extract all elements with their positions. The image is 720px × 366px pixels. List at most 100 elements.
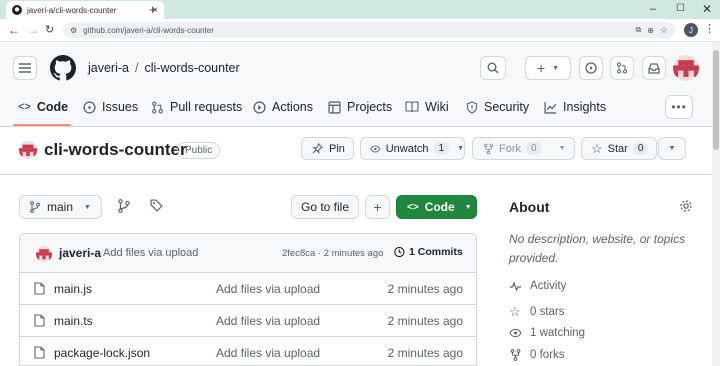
star-button[interactable]: ☆ Star 0 <box>581 137 657 160</box>
file-commit-message[interactable]: Add files via upload <box>216 282 320 296</box>
tab-projects[interactable]: Projects <box>328 96 392 118</box>
branch-name: main <box>47 200 74 214</box>
page-scrollbar[interactable] <box>712 42 720 366</box>
hamburger-menu-button[interactable] <box>13 56 37 80</box>
tab-insights-label: Insights <box>563 100 607 114</box>
create-new-button[interactable]: + ▼ <box>525 56 571 80</box>
graph-icon <box>544 101 557 114</box>
table-row[interactable]: main.js Add files via upload 2 minutes a… <box>20 273 476 305</box>
file-icon <box>34 346 45 359</box>
issue-opened-icon <box>585 62 597 74</box>
tab-wiki[interactable]: Wiki <box>405 96 449 118</box>
commit-author[interactable]: javeri-a <box>59 246 101 260</box>
browser-tab[interactable]: javeri-a/cli-words-counter × <box>6 1 164 19</box>
go-to-file-label: Go to file <box>300 200 350 214</box>
tab-code[interactable]: <> Code <box>18 96 68 118</box>
site-info-icon[interactable]: ⚙ <box>70 26 77 35</box>
file-name-link[interactable]: package-lock.json <box>54 346 150 360</box>
tab-insights[interactable]: Insights <box>544 96 606 118</box>
caret-down-icon: ▼ <box>668 145 676 152</box>
browser-toolbar: ← → ↻ ⚙ github.com/javeri-a/cli-words-co… <box>0 19 720 42</box>
tab-pull-requests[interactable]: Pull requests <box>151 96 242 118</box>
commits-count: 1 Commits <box>409 246 463 258</box>
selected-tab-indicator <box>13 124 71 126</box>
repo-title[interactable]: cli-words-counter <box>44 140 187 160</box>
commit-meta[interactable]: 2fec8ca · 2 minutes ago <box>282 248 383 259</box>
scrollbar-thumb[interactable] <box>713 50 719 150</box>
latest-commit-row: javeri-a Add files via upload 2fec8ca · … <box>20 234 476 273</box>
fork-label: Fork <box>499 142 521 155</box>
address-bar[interactable]: ⚙ github.com/javeri-a/cli-words-counter … <box>63 22 675 38</box>
inbox-button[interactable] <box>642 56 666 80</box>
github-logo-icon[interactable] <box>50 55 76 81</box>
inbox-icon <box>648 62 660 74</box>
go-to-file-button[interactable]: Go to file <box>291 195 359 219</box>
breadcrumb-repo-link[interactable]: cli-words-counter <box>144 61 239 75</box>
file-icon <box>34 314 45 327</box>
tab-projects-label: Projects <box>347 100 393 114</box>
tab-issues[interactable]: Issues <box>83 96 138 118</box>
file-commit-message[interactable]: Add files via upload <box>216 346 320 360</box>
hamburger-icon <box>19 63 31 73</box>
zoom-icon[interactable]: ⊕ <box>647 26 654 35</box>
git-pull-request-icon <box>152 101 163 113</box>
forward-icon[interactable]: → <box>27 23 39 37</box>
pulse-icon <box>510 280 521 292</box>
file-commit-time: 2 minutes ago <box>387 282 463 296</box>
identicon-icon <box>673 60 699 77</box>
table-row[interactable]: main.ts Add files via upload 2 minutes a… <box>20 305 476 337</box>
tab-actions-label: Actions <box>272 100 313 114</box>
minimize-window-icon[interactable]: – <box>650 3 656 15</box>
profile-avatar[interactable]: J <box>684 23 698 37</box>
commit-author-avatar[interactable] <box>36 246 52 262</box>
activity-label: Activity <box>530 280 567 292</box>
tab-code-label: Code <box>36 100 69 114</box>
search-button[interactable] <box>480 56 506 80</box>
fork-button[interactable]: Fork 0 ▼ <box>472 137 575 160</box>
commits-history-link[interactable]: 1 Commits <box>393 246 463 258</box>
forks-link[interactable]: 0 forks <box>509 349 565 361</box>
activity-link[interactable]: Activity <box>509 280 566 292</box>
address-url: github.com/javeri-a/cli-words-counter <box>83 25 214 35</box>
identicon-icon <box>19 144 37 157</box>
breadcrumb-owner-link[interactable]: javeri-a <box>88 61 129 75</box>
star-lists-dropdown-button[interactable]: ▼ <box>658 137 686 160</box>
pull-requests-button[interactable] <box>610 56 634 80</box>
new-tab-icon[interactable]: + <box>149 2 157 17</box>
fork-count: 0 <box>526 142 542 155</box>
breadcrumb-separator: / <box>135 61 139 75</box>
back-icon[interactable]: ← <box>8 23 20 37</box>
user-avatar[interactable] <box>673 55 699 81</box>
tab-actions[interactable]: Actions <box>253 96 313 118</box>
browser-menu-icon[interactable]: ⋮ <box>704 22 715 35</box>
stars-link[interactable]: ☆ 0 stars <box>509 304 565 320</box>
tags-link-icon[interactable] <box>150 199 163 212</box>
pin-button[interactable]: Pin <box>301 137 354 160</box>
history-icon <box>394 246 405 258</box>
add-file-button[interactable]: + <box>365 195 390 219</box>
file-name-link[interactable]: main.ts <box>54 314 93 328</box>
tab-security[interactable]: Security <box>466 96 529 118</box>
close-window-icon[interactable]: ✕ <box>702 2 712 16</box>
branches-link-icon[interactable] <box>118 199 130 213</box>
commit-message[interactable]: Add files via upload <box>103 247 198 259</box>
repo-avatar[interactable] <box>19 141 37 159</box>
file-icon <box>34 282 45 295</box>
more-tabs-button[interactable]: ••• <box>665 95 693 119</box>
pin-icon <box>312 143 323 154</box>
issue-opened-icon <box>83 100 96 114</box>
maximize-window-icon[interactable]: ☐ <box>676 3 685 14</box>
watchers-link[interactable]: 1 watching <box>509 327 585 339</box>
unwatch-button[interactable]: Unwatch 1 ▼ <box>360 137 465 160</box>
reload-icon[interactable]: ↻ <box>45 23 54 36</box>
bookmark-star-icon[interactable]: ☆ <box>660 25 668 36</box>
table-row[interactable]: package-lock.json Add files via upload 2… <box>20 337 476 365</box>
about-settings-icon[interactable] <box>679 199 693 213</box>
file-name-link[interactable]: main.js <box>54 282 92 296</box>
install-app-icon[interactable]: ⧉ <box>636 25 642 35</box>
code-dropdown-button[interactable]: <> Code ▼ <box>396 195 477 219</box>
branch-select-button[interactable]: main ▼ <box>19 195 102 219</box>
file-commit-message[interactable]: Add files via upload <box>216 314 320 328</box>
issues-button[interactable] <box>579 56 603 80</box>
eye-icon <box>370 145 381 152</box>
